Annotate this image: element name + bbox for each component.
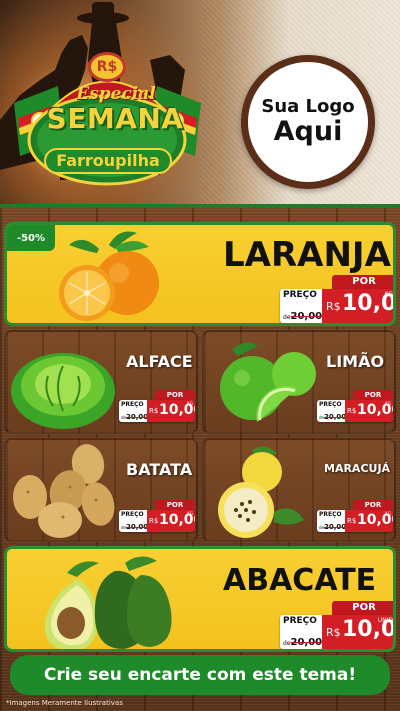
product-card-maracuja[interactable]: MARACUJÁ POR PREÇO de20,00 R$ 10,00 KG (202, 438, 396, 542)
price-tag: POR PREÇO de20,00 R$ 10,00 KG (119, 500, 195, 532)
por-label: POR (332, 275, 393, 289)
product-name: LIMÃO (326, 352, 385, 371)
price-tag: POR PREÇO de20,00 R$ 10,00 KG (280, 275, 393, 323)
preco-label: PREÇO (319, 511, 342, 518)
discount-badge: -50% (7, 225, 55, 251)
old-price: de20,00 (283, 637, 323, 648)
product-card-limao[interactable]: LIMÃO POR PREÇO de20,00 R$ 10,00 KG (202, 330, 396, 434)
preco-label: PREÇO (319, 401, 342, 408)
preco-label: PREÇO (121, 511, 144, 518)
unit-label: KG (384, 291, 393, 298)
old-price: de20,00 (283, 311, 323, 322)
por-label: POR (353, 390, 393, 400)
por-label: POR (155, 390, 195, 400)
currency-label: R$ (347, 517, 357, 525)
currency-label: R$ (149, 407, 159, 415)
preco-label: PREÇO (283, 290, 317, 300)
orange-fruit-icon (59, 231, 159, 321)
product-name: ALFACE (126, 352, 193, 371)
badge-semana-text: SEMANA (46, 102, 184, 135)
preco-label: PREÇO (121, 401, 144, 408)
currency-label: R$ (347, 407, 357, 415)
currency-label: R$ (326, 626, 341, 639)
disclaimer-text: *Imagens Meramente Ilustrativas (6, 699, 123, 707)
old-price: de20,00 (319, 523, 347, 531)
unit-label: KG (385, 401, 391, 406)
old-price: de20,00 (319, 413, 347, 421)
product-card-abacate[interactable]: ABACATE POR PREÇO de20,00 R$ 10,00 UNID (4, 546, 396, 652)
por-label: POR (332, 601, 393, 615)
lime-icon (220, 342, 316, 422)
price-tag: POR PREÇO de20,00 R$ 10,00 KG (317, 500, 393, 532)
product-name: MARACUJÁ (324, 462, 391, 475)
badge-especial-text: Especial (76, 84, 156, 104)
old-price: de20,00 (121, 413, 149, 421)
preco-label: PREÇO (283, 616, 317, 626)
logo-line2: Aqui (273, 116, 343, 148)
avocado-icon (44, 556, 172, 649)
cta-banner[interactable]: Crie seu encarte com este tema! (10, 655, 390, 695)
price-tag: POR PREÇO de20,00 R$ 10,00 KG (119, 390, 195, 422)
semana-farroupilha-badge: R$ Especial SEMANA Farroupilha (10, 48, 205, 198)
lettuce-icon (11, 353, 115, 429)
currency-label: R$ (149, 517, 159, 525)
badge-farroupilha-text: Farroupilha (44, 148, 172, 174)
passion-fruit-icon (218, 446, 304, 538)
product-card-batata[interactable]: BATATA POR PREÇO de20,00 R$ 10,00 KG (4, 438, 198, 542)
product-card-alface[interactable]: ALFACE POR PREÇO de20,00 R$ 10,00 KG (4, 330, 198, 434)
potato-icon (13, 444, 115, 538)
product-name: LARANJA (223, 235, 391, 275)
unit-label: UNID (377, 617, 393, 624)
unit-label: KG (385, 511, 391, 516)
product-card-laranja[interactable]: -50% LARANJA POR PREÇO de20,00 R$ 10,0 K… (4, 222, 396, 326)
currency-label: R$ (326, 300, 341, 313)
product-name: BATATA (126, 460, 193, 479)
price-tag: POR PREÇO de20,00 R$ 10,00 UNID (280, 601, 393, 649)
badge-currency-icon: R$ (88, 52, 126, 82)
price-tag: POR PREÇO de20,00 R$ 10,00 KG (317, 390, 393, 422)
por-label: POR (155, 500, 195, 510)
logo-line1: Sua Logo (261, 96, 355, 118)
old-price: de20,00 (121, 523, 149, 531)
unit-label: KG (187, 511, 193, 516)
product-name: ABACATE (223, 563, 377, 598)
logo-placeholder[interactable]: Sua Logo Aqui (241, 55, 375, 189)
por-label: POR (353, 500, 393, 510)
unit-label: KG (187, 401, 193, 406)
header-banner: R$ Especial SEMANA Farroupilha Sua Logo … (0, 0, 400, 208)
